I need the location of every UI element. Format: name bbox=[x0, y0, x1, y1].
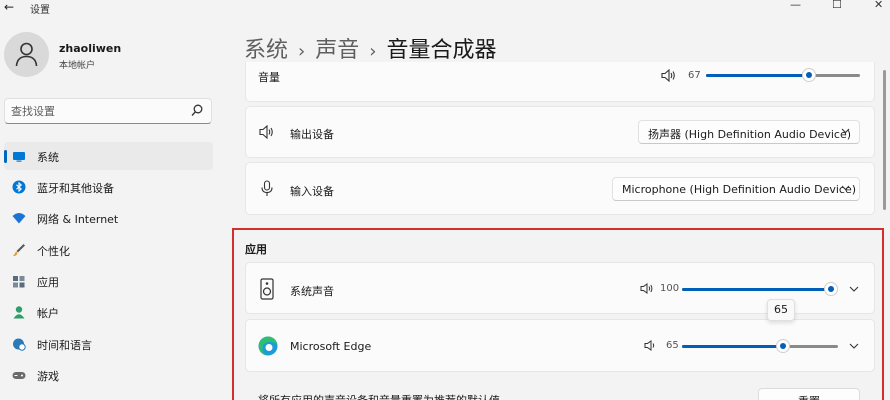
app-volume-slider-thumb[interactable] bbox=[776, 339, 791, 353]
bluetooth-icon bbox=[12, 180, 26, 194]
sidebar-item-bluetooth[interactable]: 蓝牙和其他设备 bbox=[4, 173, 213, 201]
volume-slider-fill bbox=[706, 74, 810, 77]
apps-icon bbox=[13, 276, 25, 288]
sidebar-item-label: 时间和语言 bbox=[37, 339, 92, 352]
globe-clock-icon bbox=[13, 338, 26, 351]
account-type: 本地帐户 bbox=[59, 61, 96, 71]
input-device-value: Microphone (High Definition Audio Device… bbox=[622, 183, 857, 196]
active-indicator bbox=[4, 150, 7, 163]
search-box[interactable] bbox=[4, 98, 212, 124]
breadcrumb-system[interactable]: 系统 bbox=[244, 38, 288, 63]
minimize-button[interactable]: — bbox=[790, 0, 801, 11]
breadcrumb-separator: › bbox=[369, 41, 377, 62]
app-name: Microsoft Edge bbox=[290, 340, 372, 353]
speaker-icon[interactable] bbox=[640, 283, 654, 294]
gamepad-icon bbox=[12, 372, 26, 379]
app-row-microsoft-edge: Microsoft Edge 65 bbox=[245, 319, 875, 372]
chevron-down-icon bbox=[841, 185, 850, 191]
breadcrumb-sound[interactable]: 声音 bbox=[315, 38, 359, 63]
speaker-icon bbox=[259, 125, 273, 139]
volume-tooltip: 65 bbox=[767, 299, 795, 321]
back-arrow-icon[interactable]: ← bbox=[4, 0, 14, 14]
input-device-card: 输入设备 Microphone (High Definition Audio D… bbox=[245, 162, 875, 215]
breadcrumb: 系统 › 声音 › 音量合成器 bbox=[244, 32, 496, 64]
wifi-icon bbox=[12, 213, 26, 224]
reset-description: 将所有应用的声音设备和音量重置为推荐的默认值 bbox=[258, 392, 500, 400]
app-volume-slider-thumb[interactable] bbox=[824, 282, 838, 296]
close-button[interactable]: ✕ bbox=[874, 0, 883, 11]
volume-label: 音量 bbox=[258, 71, 280, 84]
volume-card: 音量 67 bbox=[245, 62, 875, 102]
sidebar-item-label: 帐户 bbox=[37, 307, 59, 320]
sidebar-item-accounts[interactable]: 帐户 bbox=[4, 298, 213, 326]
sidebar-item-time-language[interactable]: 时间和语言 bbox=[4, 330, 213, 358]
breadcrumb-separator: › bbox=[298, 41, 306, 62]
sidebar-item-network[interactable]: 网络 & Internet bbox=[4, 204, 213, 232]
person-icon bbox=[15, 42, 38, 67]
edge-icon bbox=[258, 336, 278, 356]
output-device-value: 扬声器 (High Definition Audio Device) bbox=[648, 128, 852, 141]
sidebar-item-label: 游戏 bbox=[37, 370, 59, 383]
volume-slider-thumb[interactable] bbox=[802, 68, 817, 82]
sidebar-item-label: 蓝牙和其他设备 bbox=[37, 182, 114, 195]
chevron-down-icon bbox=[841, 128, 850, 134]
chevron-down-icon[interactable] bbox=[849, 286, 859, 292]
sidebar-item-label: 系统 bbox=[37, 151, 59, 164]
sidebar-item-label: 个性化 bbox=[37, 245, 70, 258]
window-title: 设置 bbox=[30, 5, 50, 16]
input-device-dropdown[interactable]: Microphone (High Definition Audio Device… bbox=[612, 177, 860, 201]
sidebar-item-personalization[interactable]: 个性化 bbox=[4, 236, 213, 264]
sidebar-item-system[interactable]: 系统 bbox=[4, 142, 213, 170]
user-name: zhaoliwen bbox=[59, 42, 122, 55]
person-icon bbox=[13, 306, 25, 319]
input-device-label: 输入设备 bbox=[290, 185, 334, 198]
volume-value: 67 bbox=[688, 70, 701, 81]
sidebar-item-label: 应用 bbox=[37, 276, 59, 289]
sidebar-item-gaming[interactable]: 游戏 bbox=[4, 361, 213, 389]
app-volume-slider-fill bbox=[682, 288, 831, 291]
brush-icon bbox=[13, 244, 25, 257]
monitor-icon bbox=[13, 152, 25, 162]
sidebar-item-apps[interactable]: 应用 bbox=[4, 267, 213, 295]
output-device-dropdown[interactable]: 扬声器 (High Definition Audio Device) bbox=[638, 120, 860, 144]
app-volume-value: 65 bbox=[666, 340, 679, 351]
microphone-icon bbox=[261, 180, 273, 196]
title-bar: ← 设置 — ☐ ✕ bbox=[0, 0, 890, 16]
app-volume-value: 100 bbox=[660, 283, 680, 294]
app-volume-slider-fill bbox=[682, 345, 784, 348]
output-device-card: 输出设备 扬声器 (High Definition Audio Device) bbox=[245, 106, 875, 158]
maximize-button[interactable]: ☐ bbox=[832, 0, 842, 11]
speaker-device-icon bbox=[260, 278, 274, 300]
speaker-icon[interactable] bbox=[644, 340, 658, 351]
chevron-down-icon[interactable] bbox=[849, 343, 859, 349]
volume-slider[interactable] bbox=[706, 68, 860, 82]
sidebar-item-label: 网络 & Internet bbox=[37, 213, 119, 226]
app-volume-slider[interactable] bbox=[682, 339, 838, 353]
search-input[interactable] bbox=[11, 102, 181, 120]
reset-button[interactable]: 重置 bbox=[758, 388, 860, 400]
speaker-icon[interactable] bbox=[661, 69, 677, 82]
apps-section-title: 应用 bbox=[245, 243, 267, 256]
search-icon[interactable] bbox=[191, 104, 203, 117]
avatar[interactable] bbox=[4, 32, 49, 77]
app-volume-slider[interactable] bbox=[682, 282, 838, 296]
app-name: 系统声音 bbox=[290, 285, 334, 298]
output-device-label: 输出设备 bbox=[290, 128, 334, 141]
scrollbar[interactable] bbox=[883, 70, 886, 210]
page-title: 音量合成器 bbox=[386, 38, 497, 63]
